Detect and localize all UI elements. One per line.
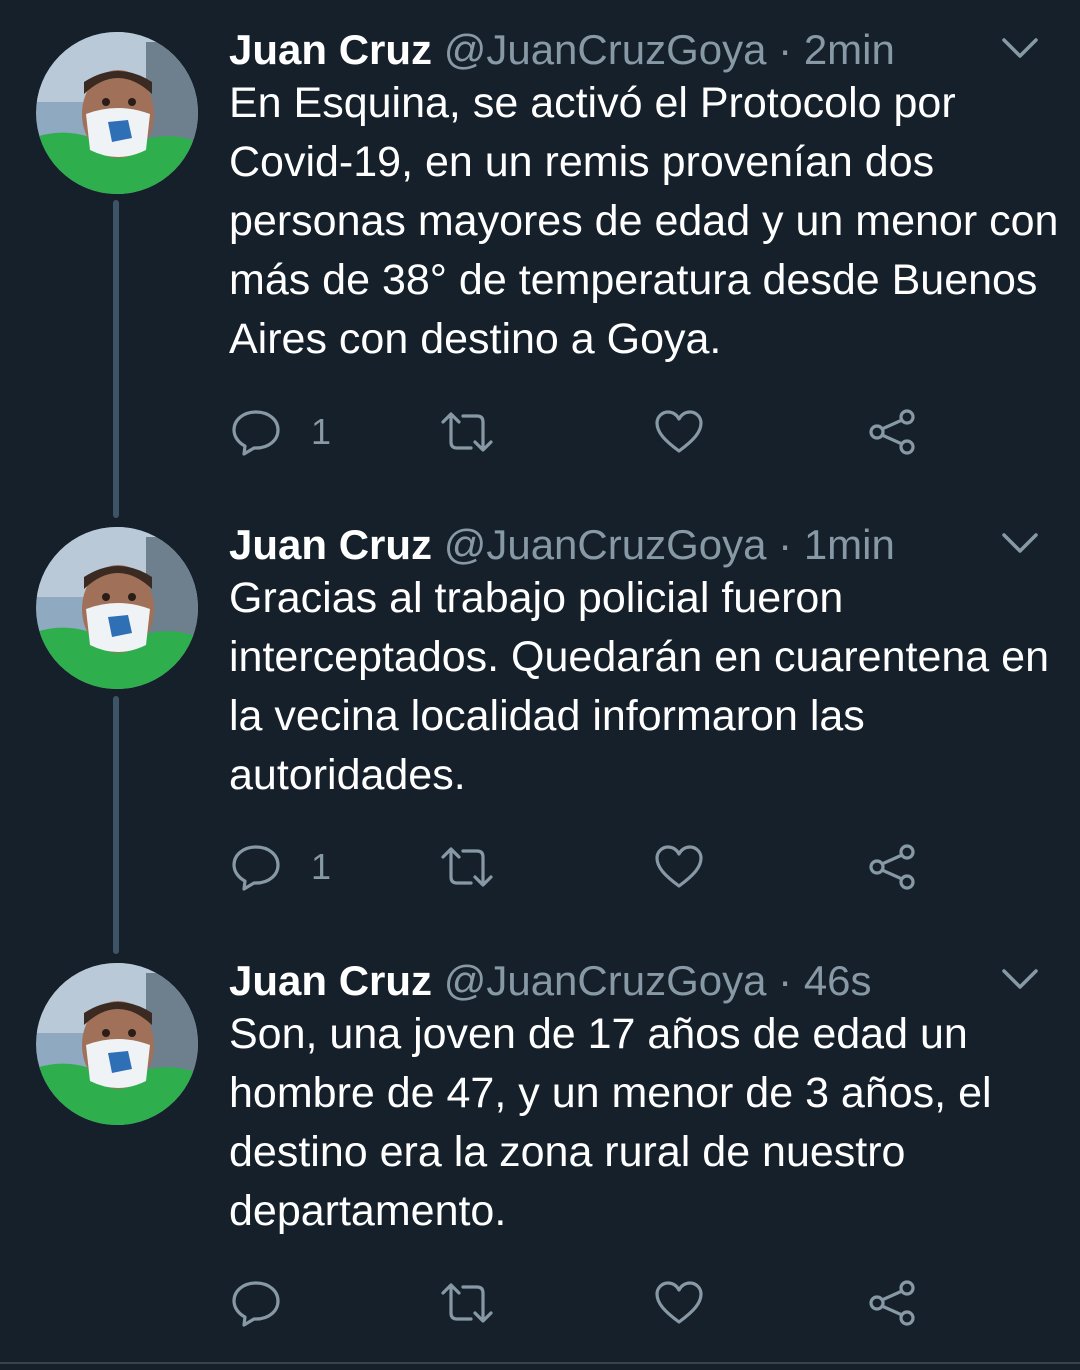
retweet-icon (439, 410, 495, 454)
tweet-header: Juan Cruz @JuanCruzGoya · 1min (229, 517, 895, 573)
retweet-button[interactable] (439, 839, 495, 895)
tweet-text: Gracias al trabajo policial fueron inter… (229, 574, 1049, 799)
like-icon (654, 1280, 704, 1326)
author-handle[interactable]: @JuanCruzGoya (444, 26, 767, 73)
tweet-thread: Juan Cruz @JuanCruzGoya · 2min En Esquin… (0, 0, 1080, 1370)
avatar[interactable] (36, 527, 198, 689)
share-button[interactable] (867, 404, 917, 460)
avatar[interactable] (36, 32, 198, 194)
share-button[interactable] (867, 839, 917, 895)
tweet-actions: 1 (229, 404, 929, 460)
avatar-photo (36, 527, 198, 689)
like-button[interactable] (654, 404, 704, 460)
share-icon (867, 408, 917, 456)
avatar[interactable] (36, 963, 198, 1125)
separator-dot: · (778, 521, 793, 568)
tweet-header: Juan Cruz @JuanCruzGoya · 2min (229, 22, 895, 78)
chevron-down-icon[interactable] (998, 32, 1042, 68)
author-name[interactable]: Juan Cruz (229, 957, 432, 1004)
share-button[interactable] (867, 1275, 917, 1331)
chevron-down-icon[interactable] (998, 963, 1042, 999)
like-icon (654, 409, 704, 455)
author-name[interactable]: Juan Cruz (229, 26, 432, 73)
reply-count: 1 (311, 846, 332, 887)
like-button[interactable] (654, 839, 704, 895)
timestamp[interactable]: 2min (804, 26, 895, 73)
tweet[interactable]: Juan Cruz @JuanCruzGoya · 1min Gracias a… (0, 517, 1080, 917)
share-icon (867, 1279, 917, 1327)
reply-button[interactable]: 1 (229, 404, 331, 460)
retweet-icon (439, 1281, 495, 1325)
reply-count: 1 (311, 411, 332, 452)
separator-dot: · (778, 957, 793, 1004)
like-icon (654, 844, 704, 890)
avatar-photo (36, 32, 198, 194)
author-handle[interactable]: @JuanCruzGoya (444, 521, 767, 568)
chevron-down-icon[interactable] (998, 527, 1042, 563)
retweet-button[interactable] (439, 1275, 495, 1331)
tweet-actions (229, 1275, 929, 1331)
reply-icon (229, 407, 283, 457)
tweet[interactable]: Juan Cruz @JuanCruzGoya · 2min En Esquin… (0, 22, 1080, 482)
tweet-text: Son, una joven de 17 años de edad un hom… (229, 1010, 992, 1235)
divider (0, 1362, 1080, 1364)
timestamp[interactable]: 46s (804, 957, 872, 1004)
separator-dot: · (778, 26, 793, 73)
reply-icon (229, 842, 283, 892)
tweet-header: Juan Cruz @JuanCruzGoya · 46s (229, 953, 872, 1009)
timestamp[interactable]: 1min (804, 521, 895, 568)
tweet[interactable]: Juan Cruz @JuanCruzGoya · 46s Son, una j… (0, 953, 1080, 1353)
retweet-icon (439, 845, 495, 889)
tweet-text: En Esquina, se activó el Protocolo por C… (229, 79, 1059, 363)
avatar-photo (36, 963, 198, 1125)
like-button[interactable] (654, 1275, 704, 1331)
share-icon (867, 843, 917, 891)
reply-button[interactable]: 1 (229, 839, 331, 895)
tweet-actions: 1 (229, 839, 929, 895)
retweet-button[interactable] (439, 404, 495, 460)
reply-icon (229, 1278, 283, 1328)
reply-button[interactable] (229, 1275, 311, 1331)
author-name[interactable]: Juan Cruz (229, 521, 432, 568)
author-handle[interactable]: @JuanCruzGoya (444, 957, 767, 1004)
